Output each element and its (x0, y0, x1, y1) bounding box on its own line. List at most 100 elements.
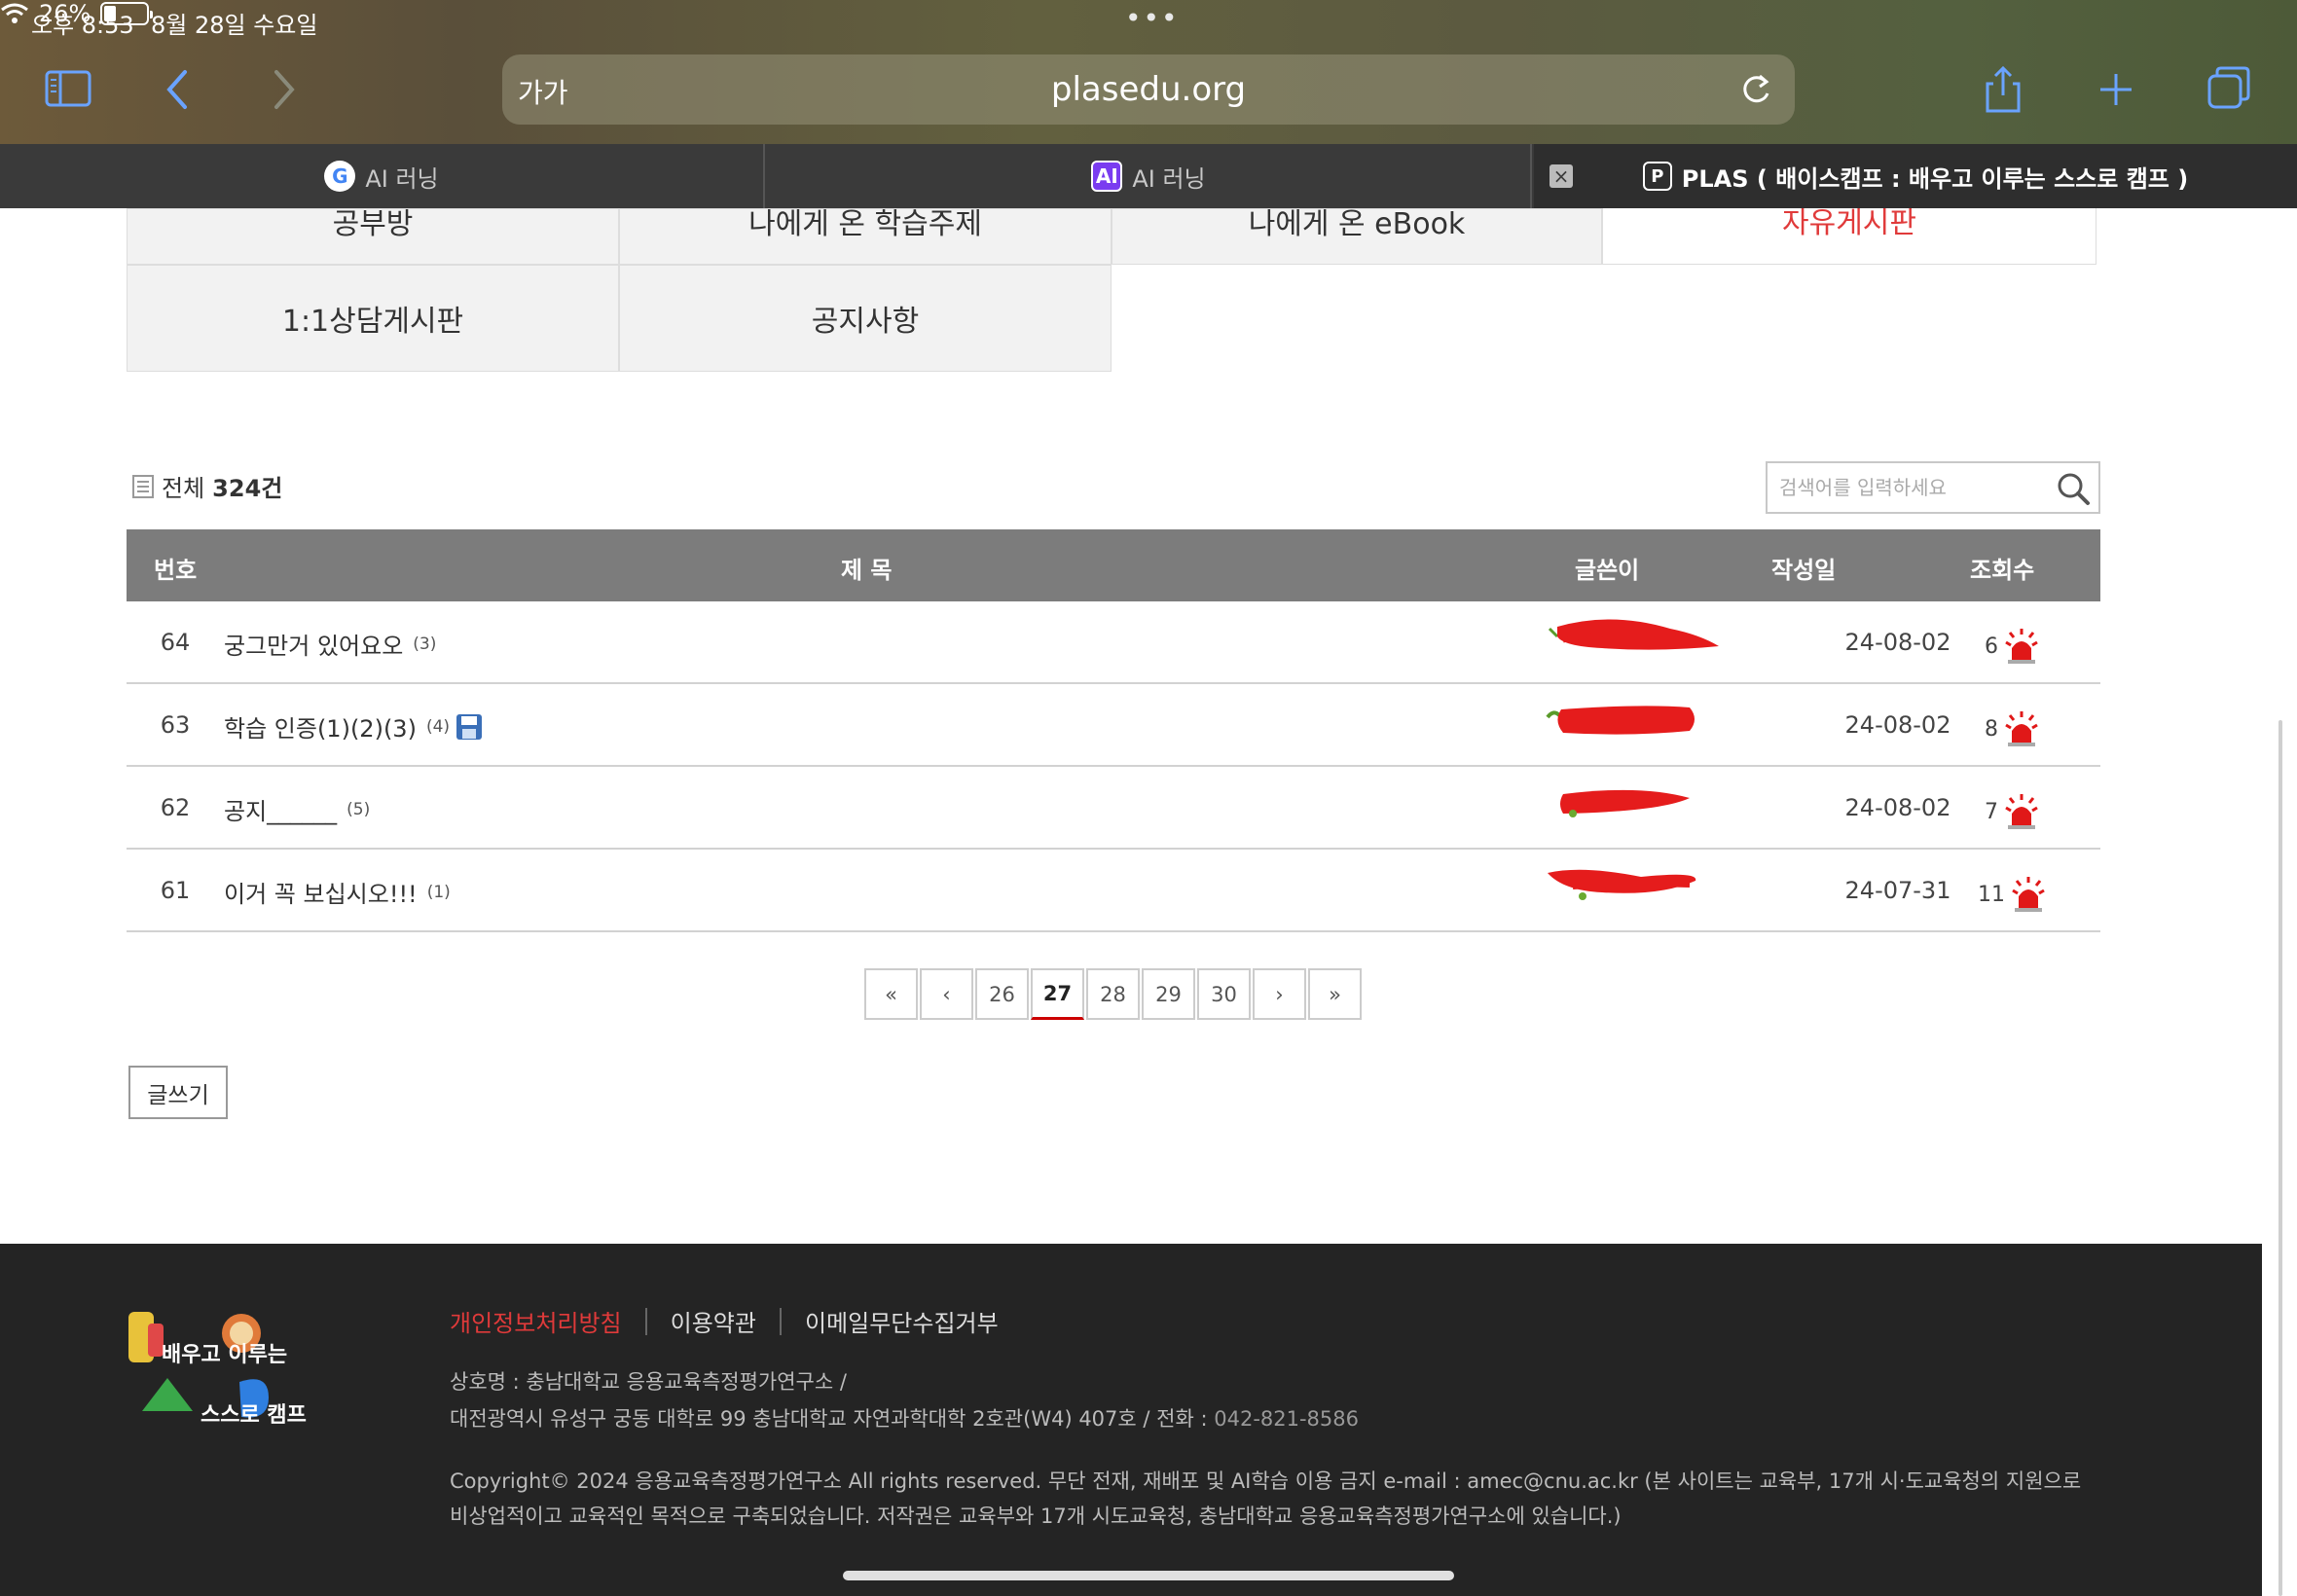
page-30[interactable]: 30 (1197, 968, 1251, 1020)
post-title-link[interactable]: 이거 꼭 보십시오!!! (1) (224, 875, 451, 909)
page-28[interactable]: 28 (1086, 968, 1140, 1020)
footer-links: 개인정보처리방침 이용약관 이메일무단수집거부 (450, 1304, 999, 1338)
ai-app-icon: AI (1091, 161, 1123, 192)
view-count: 11 (1978, 882, 2005, 907)
menu-study-room[interactable]: 공부방 (127, 208, 619, 265)
menu-ebook[interactable]: 나에게 온 eBook (1112, 208, 1602, 265)
table-row[interactable]: 62 공지______ (5) 24-08-02 7 (127, 767, 2100, 850)
siren-icon (2005, 711, 2038, 746)
header-author: 글쓴이 (1575, 557, 1640, 584)
menu-label: 1:1상담게시판 (281, 305, 464, 339)
menu-consult-board[interactable]: 1:1상담게시판 (127, 265, 619, 372)
email-refusal-link[interactable]: 이메일무단수집거부 (805, 1304, 999, 1338)
total-label: 전체 (162, 475, 205, 502)
view-count-cell: 7 (1964, 792, 2061, 831)
post-title-link[interactable]: 궁그만거 있어요오 (3) (224, 627, 436, 661)
comment-count: (5) (346, 799, 371, 819)
view-count-cell: 8 (1964, 709, 2061, 748)
logo-text-1: 배우고 이루는 (162, 1343, 288, 1367)
list-icon (132, 474, 154, 498)
pagination: « ‹ 26 27 28 29 30 › » (864, 968, 1362, 1020)
menu-notice[interactable]: 공지사항 (619, 265, 1112, 372)
copyright-line-1: Copyright© 2024 응용교육측정평가연구소 All rights r… (450, 1469, 2082, 1493)
view-count-cell: 11 (1964, 875, 2061, 914)
last-page-button[interactable]: » (1308, 968, 1362, 1020)
logo-text-2: 스스로 캠프 (201, 1403, 307, 1428)
status-date: 8월 28일 수요일 (151, 12, 318, 39)
sidebar-icon[interactable] (41, 62, 95, 117)
menu-free-board[interactable]: 자유게시판 (1602, 208, 2096, 265)
menu-label: 나에게 온 eBook (1248, 208, 1466, 241)
table-header: 번호 제 목 글쓴이 작성일 조회수 (127, 529, 2100, 601)
table-row[interactable]: 63 학습 인증(1)(2)(3) (4) 24-08-02 8 (127, 684, 2100, 767)
tab-ai-learning[interactable]: AI AI 러닝 (767, 144, 1532, 208)
view-count-cell: 6 (1964, 627, 2061, 666)
menu-label: 자유게시판 (1782, 208, 1916, 240)
table-row[interactable]: 64 궁그만거 있어요오 (3) 24-08-02 6 (127, 601, 2100, 684)
home-indicator[interactable] (843, 1571, 1454, 1580)
comment-count: (4) (425, 716, 451, 737)
share-icon[interactable] (1976, 62, 2030, 117)
battery-icon (100, 2, 154, 25)
privacy-policy-link[interactable]: 개인정보처리방침 (450, 1304, 622, 1338)
divider (644, 1307, 647, 1335)
address: 대전광역시 유성구 궁동 대학로 99 충남대학교 자연과학대학 2호관(W4)… (450, 1407, 1208, 1431)
page-27-current[interactable]: 27 (1031, 968, 1084, 1020)
search-icon[interactable] (2056, 471, 2091, 506)
comment-count: (3) (413, 634, 437, 654)
address-bar[interactable]: 가가 plasedu.org (502, 54, 1795, 125)
view-count: 7 (1985, 799, 1998, 824)
author-redacted (1548, 869, 1696, 900)
forward-icon[interactable] (255, 62, 310, 117)
post-title: 이거 꼭 보십시오!!! (224, 881, 418, 908)
post-number: 64 (160, 629, 191, 656)
prev-page-button[interactable]: ‹ (920, 968, 973, 1020)
post-title-link[interactable]: 공지______ (5) (224, 792, 370, 826)
post-title: 궁그만거 있어요오 (224, 633, 404, 660)
back-icon[interactable] (152, 62, 206, 117)
company-info: 상호명 : 충남대학교 응용교육측정평가연구소 / (450, 1370, 847, 1394)
site-logo[interactable]: 배우고 이루는 스스로 캠프 (123, 1304, 356, 1440)
page-29[interactable]: 29 (1142, 968, 1195, 1020)
post-number: 62 (160, 794, 191, 821)
siren-icon (2005, 794, 2038, 829)
header-views: 조회수 (1970, 557, 2035, 584)
post-title-link[interactable]: 학습 인증(1)(2)(3) (4) (224, 709, 483, 744)
screen: { "status": {"time": "오후 8:53", "date": … (0, 0, 2297, 1596)
terms-link[interactable]: 이용약관 (671, 1304, 756, 1338)
page-scrollbar[interactable] (2279, 720, 2282, 1596)
tabs-overview-icon[interactable] (2202, 62, 2256, 117)
next-page-button[interactable]: › (1253, 968, 1306, 1020)
view-count: 6 (1985, 634, 1998, 659)
tab-close-icon[interactable]: × (1550, 164, 1573, 188)
tab-bar: G AI 러닝 AI AI 러닝 P PLAS ( 배이스캠프 : 배우고 이루… (0, 144, 2297, 208)
tab-plas-active[interactable]: P PLAS ( 배이스캠프 : 배우고 이루는 스스로 캠프 ) (1534, 144, 2297, 208)
new-tab-icon[interactable] (2089, 62, 2143, 117)
table-row[interactable]: 61 이거 꼭 보십시오!!! (1) 24-07-31 11 (127, 850, 2100, 932)
plas-favicon-icon: P (1642, 162, 1672, 191)
divider (779, 1307, 782, 1335)
copyright-line-2: 비상업적이고 교육적인 목적으로 구축되었습니다. 저작권은 교육부와 17개 … (450, 1505, 1622, 1528)
header-date: 작성일 (1771, 557, 1837, 584)
multitask-dots[interactable]: ••• (1125, 2, 1180, 34)
page-26[interactable]: 26 (975, 968, 1029, 1020)
menu-label: 공부방 (332, 208, 414, 241)
url-host[interactable]: plasedu.org (502, 70, 1795, 109)
header-num: 번호 (154, 557, 198, 584)
header-title: 제 목 (841, 557, 893, 584)
reload-icon[interactable] (1736, 70, 1775, 109)
phone-number: 042-821-8586 (1214, 1407, 1359, 1431)
post-number: 63 (160, 711, 191, 739)
first-page-button[interactable]: « (864, 968, 918, 1020)
wifi-icon (1, 3, 28, 23)
author-redacted (1548, 619, 1719, 650)
tab-ai-learning-google[interactable]: G AI 러닝 (0, 144, 765, 208)
search-input[interactable] (1768, 463, 2040, 512)
address-line: 대전광역시 유성구 궁동 대학로 99 충남대학교 자연과학대학 2호관(W4)… (450, 1403, 1359, 1433)
total-number: 324건 (212, 475, 283, 502)
google-icon: G (324, 161, 356, 192)
menu-learning-topic[interactable]: 나에게 온 학습주제 (619, 208, 1112, 265)
author-redacted (1560, 789, 1690, 817)
menu-label: 공지사항 (811, 305, 920, 339)
write-post-button[interactable]: 글쓰기 (128, 1066, 228, 1119)
